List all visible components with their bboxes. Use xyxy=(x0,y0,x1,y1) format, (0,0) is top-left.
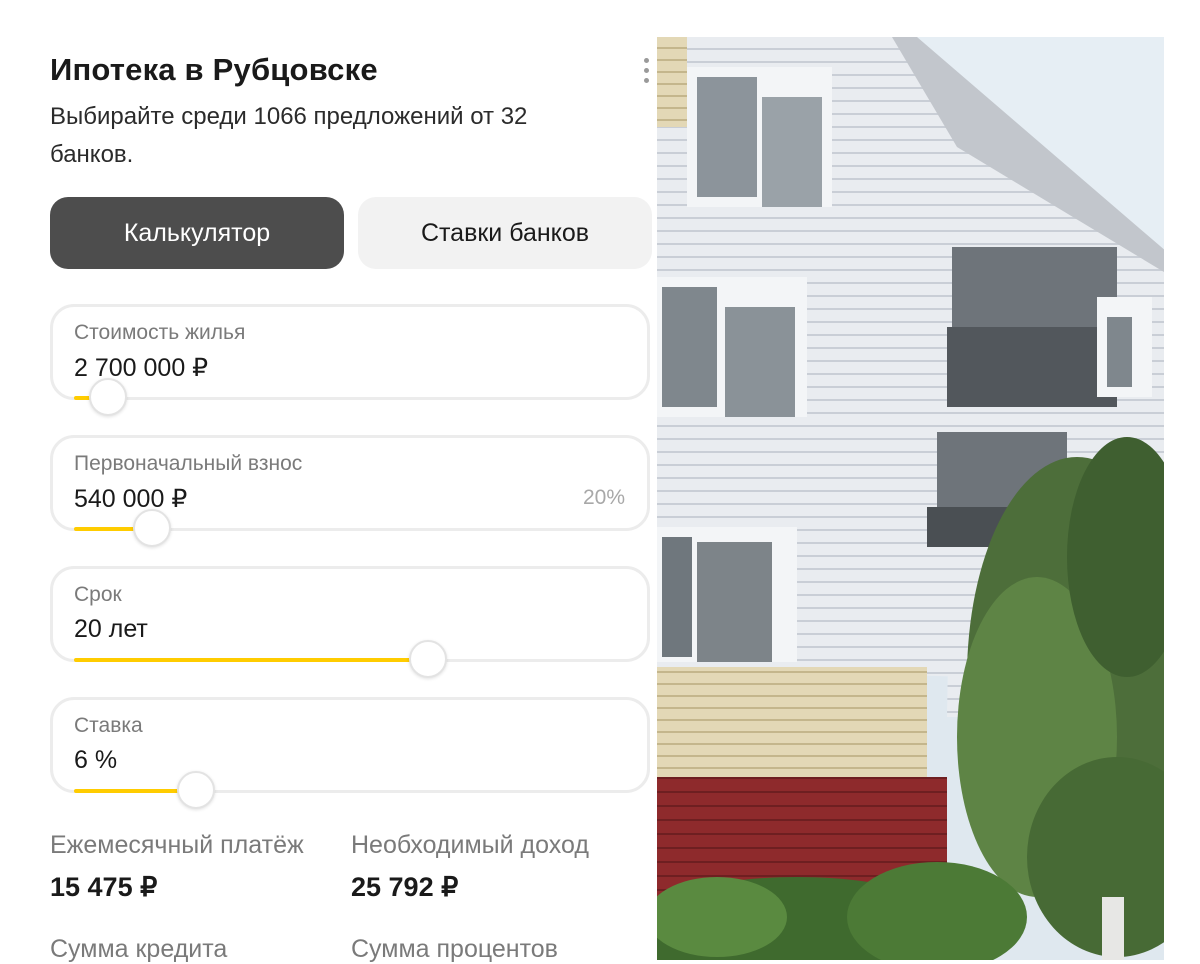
slider-handle[interactable] xyxy=(177,771,216,809)
slider-track[interactable] xyxy=(74,378,626,416)
down-payment-percent: 20% xyxy=(582,486,625,509)
field-value[interactable]: 20 лет xyxy=(74,615,148,644)
field-value[interactable]: 6 % xyxy=(74,746,117,775)
monthly-payment-label: Ежемесячный платёж xyxy=(50,831,304,859)
tab-calculator[interactable]: Калькулятор xyxy=(50,197,344,269)
slider-track[interactable] xyxy=(74,640,626,678)
field-label: Стоимость жилья xyxy=(74,321,246,344)
slider-track[interactable] xyxy=(74,509,626,547)
monthly-payment-value: 15 475 ₽ xyxy=(50,872,158,902)
rate-field[interactable]: Ставка 6 % xyxy=(50,697,650,809)
slider-handle[interactable] xyxy=(409,640,448,678)
field-value[interactable]: 2 700 000 ₽ xyxy=(74,353,208,383)
tab-bank-rates[interactable]: Ставки банков xyxy=(358,197,652,269)
term-field[interactable]: Срок 20 лет xyxy=(50,566,650,678)
field-label: Первоначальный взнос xyxy=(74,452,303,475)
field-label: Срок xyxy=(74,583,122,606)
slider-fill xyxy=(74,658,428,662)
kebab-menu-icon[interactable] xyxy=(640,56,652,86)
down-payment-field[interactable]: Первоначальный взнос 540 000 ₽ 20% xyxy=(50,435,650,547)
slider-track[interactable] xyxy=(74,771,626,809)
property-price-field[interactable]: Стоимость жилья 2 700 000 ₽ xyxy=(50,304,650,416)
slider-handle[interactable] xyxy=(89,378,128,416)
field-value[interactable]: 540 000 ₽ xyxy=(74,484,187,514)
page-title: Ипотека в Рубцовске xyxy=(50,52,378,87)
required-income-label: Необходимый доход xyxy=(351,831,589,859)
apartment-building-photo xyxy=(657,37,1164,960)
page-subtitle: Выбирайте среди 1066 предложений от 32 б… xyxy=(50,103,528,168)
slider-handle[interactable] xyxy=(133,509,172,547)
required-income-value: 25 792 ₽ xyxy=(351,872,459,902)
field-label: Ставка xyxy=(74,714,143,737)
